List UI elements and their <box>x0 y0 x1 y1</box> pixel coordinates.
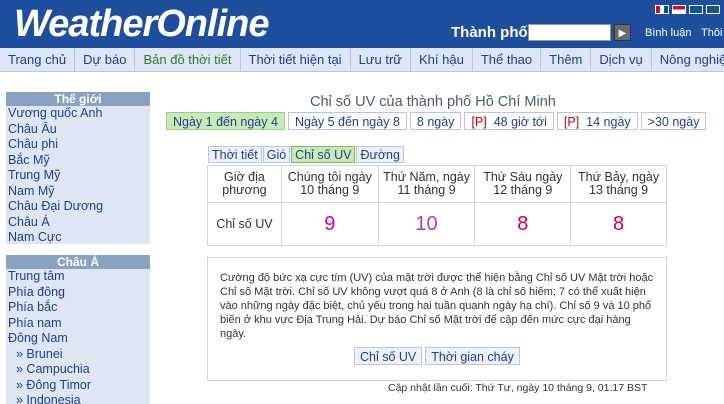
column-header: Giờ địa phương <box>207 165 282 203</box>
sidebar-item-north-america[interactable]: Bắc Mỹ <box>6 153 150 169</box>
header-link-more[interactable]: Thôi <box>701 27 722 39</box>
sidebar-item-east[interactable]: Phía đông <box>6 285 150 301</box>
sidebar-item-oceania[interactable]: Châu Đại Dương <box>6 199 150 215</box>
table-header-row: Giờ địa phương Chúng tôi ngày 10 tháng 9… <box>207 165 667 203</box>
nav-current-weather[interactable]: Thời tiết hiện tại <box>241 48 351 71</box>
sidebar-item-africa[interactable]: Châu phi <box>6 137 150 153</box>
tab-days-1-4[interactable]: Ngày 1 đến ngày 4 <box>166 112 285 130</box>
tab-uv-index[interactable]: Chỉ số UV <box>291 146 356 163</box>
sidebar-item-brunei[interactable]: » Brunei <box>6 347 150 363</box>
site-header: WeatherOnline Thành phố: ▶ Bình luận Thô… <box>0 0 724 48</box>
sidebar-item-asia[interactable]: Châu Á <box>6 215 150 231</box>
sidebar-item-southeast[interactable]: Đông Nam <box>6 331 150 347</box>
flag-icon[interactable] <box>689 5 703 14</box>
tab-30-days[interactable]: >30 ngày <box>640 112 707 130</box>
nav-home[interactable]: Trang chủ <box>0 48 76 71</box>
nav-archive[interactable]: Lưu trữ <box>351 48 411 71</box>
info-buttons: Chỉ số UV Thời gian cháy <box>354 347 520 365</box>
uv-value: 10 <box>377 202 476 246</box>
sidebar-item-uk[interactable]: Vương quốc Anh <box>6 106 150 122</box>
premium-badge: [P] <box>471 115 487 129</box>
premium-badge: [P] <box>563 115 580 129</box>
sidebar-heading-world: Thế giới <box>6 92 150 106</box>
uv-value: 9 <box>280 202 379 246</box>
tab-48-hours[interactable]: [P] 48 giờ tới <box>464 112 554 130</box>
uv-description: Cường độ bức xạ cực tím (UV) của mặt trờ… <box>220 272 654 340</box>
uv-value: 8 <box>474 202 572 246</box>
column-header: Thứ Sáu ngày 12 tháng 9 <box>474 165 572 203</box>
city-search-input[interactable] <box>528 24 611 41</box>
language-flags <box>655 5 720 14</box>
sidebar-item-north[interactable]: Phía bắc <box>6 300 150 316</box>
uv-index-button[interactable]: Chỉ số UV <box>354 347 423 365</box>
column-header: Thứ Năm, ngày 11 tháng 9 <box>377 165 476 203</box>
uv-value: 8 <box>570 202 667 246</box>
sidebar-item-antarctica[interactable]: Nam Cực <box>6 230 150 246</box>
city-label: Thành phố: <box>451 24 533 41</box>
nav-agriculture[interactable]: Nông nghiệp <box>652 48 724 71</box>
forecast-type-tabs: Thời tiết Gió Chỉ số UV Đường <box>208 146 404 163</box>
day-range-tabs: Ngày 1 đến ngày 4 Ngày 5 đến ngày 8 8 ng… <box>166 112 707 130</box>
flag-icon[interactable] <box>655 5 669 14</box>
sidebar-world: Thế giới Vương quốc Anh Châu Âu Châu phi… <box>6 92 150 244</box>
play-arrow-icon[interactable]: ▶ <box>614 24 631 41</box>
sidebar-item-europe[interactable]: Châu Âu <box>6 122 150 138</box>
sidebar-item-central-america[interactable]: Trung Mỹ <box>6 168 150 184</box>
nav-more[interactable]: Thêm <box>541 48 592 71</box>
main-nav: Trang chủ Dự báo Bản đồ thời tiết Thời t… <box>0 48 724 72</box>
tab-days-5-8[interactable]: Ngày 5 đến ngày 8 <box>287 112 407 130</box>
burn-time-button[interactable]: Thời gian cháy <box>425 347 520 365</box>
uv-info-box: Cường độ bức xạ cực tím (UV) của mặt trờ… <box>207 257 667 381</box>
nav-weather-maps[interactable]: Bản đồ thời tiết <box>135 48 241 71</box>
nav-climate[interactable]: Khí hậu <box>411 48 473 71</box>
comments-link[interactable]: Bình luận <box>645 27 691 39</box>
sidebar-asia: Châu Á Trung tâm Phía đông Phía bắc Phía… <box>6 255 150 404</box>
sidebar-item-indonesia[interactable]: » Indonesia <box>6 393 150 404</box>
flag-icon[interactable] <box>706 5 720 14</box>
sidebar-item-east-timor[interactable]: » Đông Timor <box>6 378 150 394</box>
tab-8-days[interactable]: 8 ngày <box>409 112 462 130</box>
row-label: Chỉ số UV <box>207 202 282 246</box>
column-header: Chúng tôi ngày 10 tháng 9 <box>280 165 379 203</box>
flag-icon[interactable] <box>672 5 686 14</box>
tab-wind[interactable]: Gió <box>262 146 291 163</box>
table-row: Chỉ số UV 9 10 8 8 <box>207 202 667 246</box>
page-title: Chỉ số UV của thành phố Hồ Chí Minh <box>310 94 556 110</box>
nav-services[interactable]: Dịch vụ <box>591 48 652 71</box>
tab-label: 14 ngày <box>586 115 631 129</box>
sidebar-heading-asia: Châu Á <box>6 255 150 269</box>
last-updated: Cập nhật lần cuối: Thứ Tư, ngày 10 tháng… <box>388 382 648 394</box>
tab-14-days[interactable]: [P] 14 ngày <box>556 112 638 130</box>
column-header: Thứ Bảy, ngày 13 tháng 9 <box>570 165 667 203</box>
nav-forecast[interactable]: Dự báo <box>75 48 136 71</box>
sidebar-item-cambodia[interactable]: » Campuchia <box>6 362 150 378</box>
tab-roads[interactable]: Đường <box>356 146 404 163</box>
sidebar-item-central[interactable]: Trung tâm <box>6 269 150 285</box>
site-logo[interactable]: WeatherOnline <box>14 2 269 46</box>
uv-forecast-table: Giờ địa phương Chúng tôi ngày 10 tháng 9… <box>207 165 667 246</box>
tab-weather[interactable]: Thời tiết <box>208 146 262 163</box>
sidebar-item-south-america[interactable]: Nam Mỹ <box>6 184 150 200</box>
sidebar-item-south[interactable]: Phía nam <box>6 316 150 332</box>
tab-label: 48 giờ tới <box>493 115 547 129</box>
nav-sports[interactable]: Thể thao <box>473 48 542 71</box>
